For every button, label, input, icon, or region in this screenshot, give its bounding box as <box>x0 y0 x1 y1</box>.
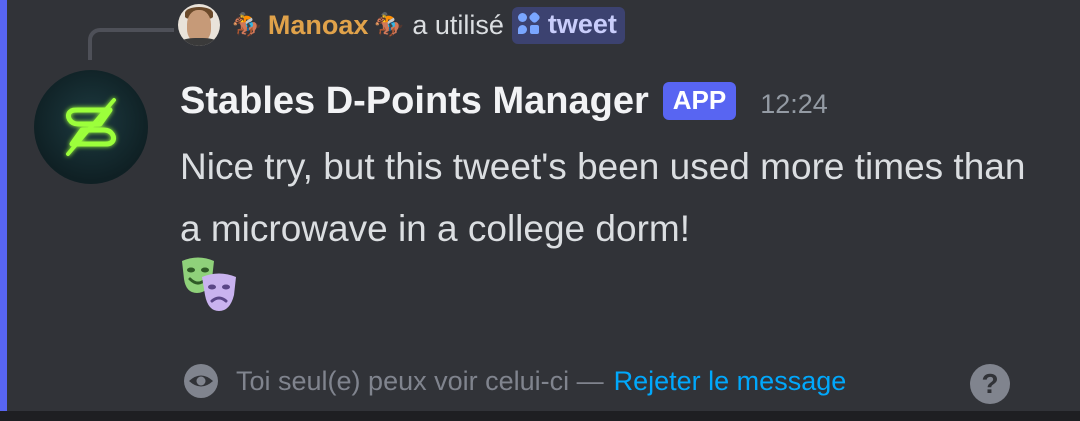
highlight-bar <box>0 0 7 411</box>
theater-masks-icon <box>182 257 236 311</box>
message-timestamp[interactable]: 12:24 <box>760 89 828 120</box>
reply-spine <box>88 28 174 60</box>
app-command-icon <box>517 11 541 35</box>
reply-username[interactable]: Manoax <box>268 10 369 41</box>
command-name: tweet <box>547 8 617 39</box>
app-badge: APP <box>662 82 737 120</box>
eye-icon <box>184 364 218 398</box>
bot-username[interactable]: Stables D-Points Manager <box>180 74 649 128</box>
question-icon[interactable]: ? <box>970 364 1010 404</box>
dismiss-message-link[interactable]: Rejeter le message <box>614 366 847 397</box>
horse-racing-emoji: 🏇 <box>374 11 405 39</box>
help-label: ? <box>981 368 999 399</box>
reply-verb: a utilisé <box>412 9 504 40</box>
command-chip[interactable]: tweet <box>511 6 625 44</box>
neon-s-logo-icon <box>65 98 117 156</box>
ephemeral-notice: Toi seul(e) peux voir celui-ci — Rejeter… <box>182 362 846 400</box>
command-reply-context[interactable]: 🏇 Manoax 🏇 a utilisé tweet <box>178 2 625 48</box>
ephemeral-message: 🏇 Manoax 🏇 a utilisé tweet Stables D-Poi… <box>0 0 1080 411</box>
horse-racing-emoji: 🏇 <box>232 11 262 39</box>
bot-avatar[interactable] <box>34 70 148 184</box>
message-header: Stables D-Points Manager APP 12:24 <box>180 74 828 128</box>
divider <box>0 411 1080 421</box>
message-content: Nice try, but this tweet's been used mor… <box>180 146 1026 249</box>
performing-arts-emoji[interactable] <box>180 255 240 315</box>
reply-user-avatar[interactable] <box>178 4 220 46</box>
ephemeral-notice-text: Toi seul(e) peux voir celui-ci — <box>236 365 604 396</box>
